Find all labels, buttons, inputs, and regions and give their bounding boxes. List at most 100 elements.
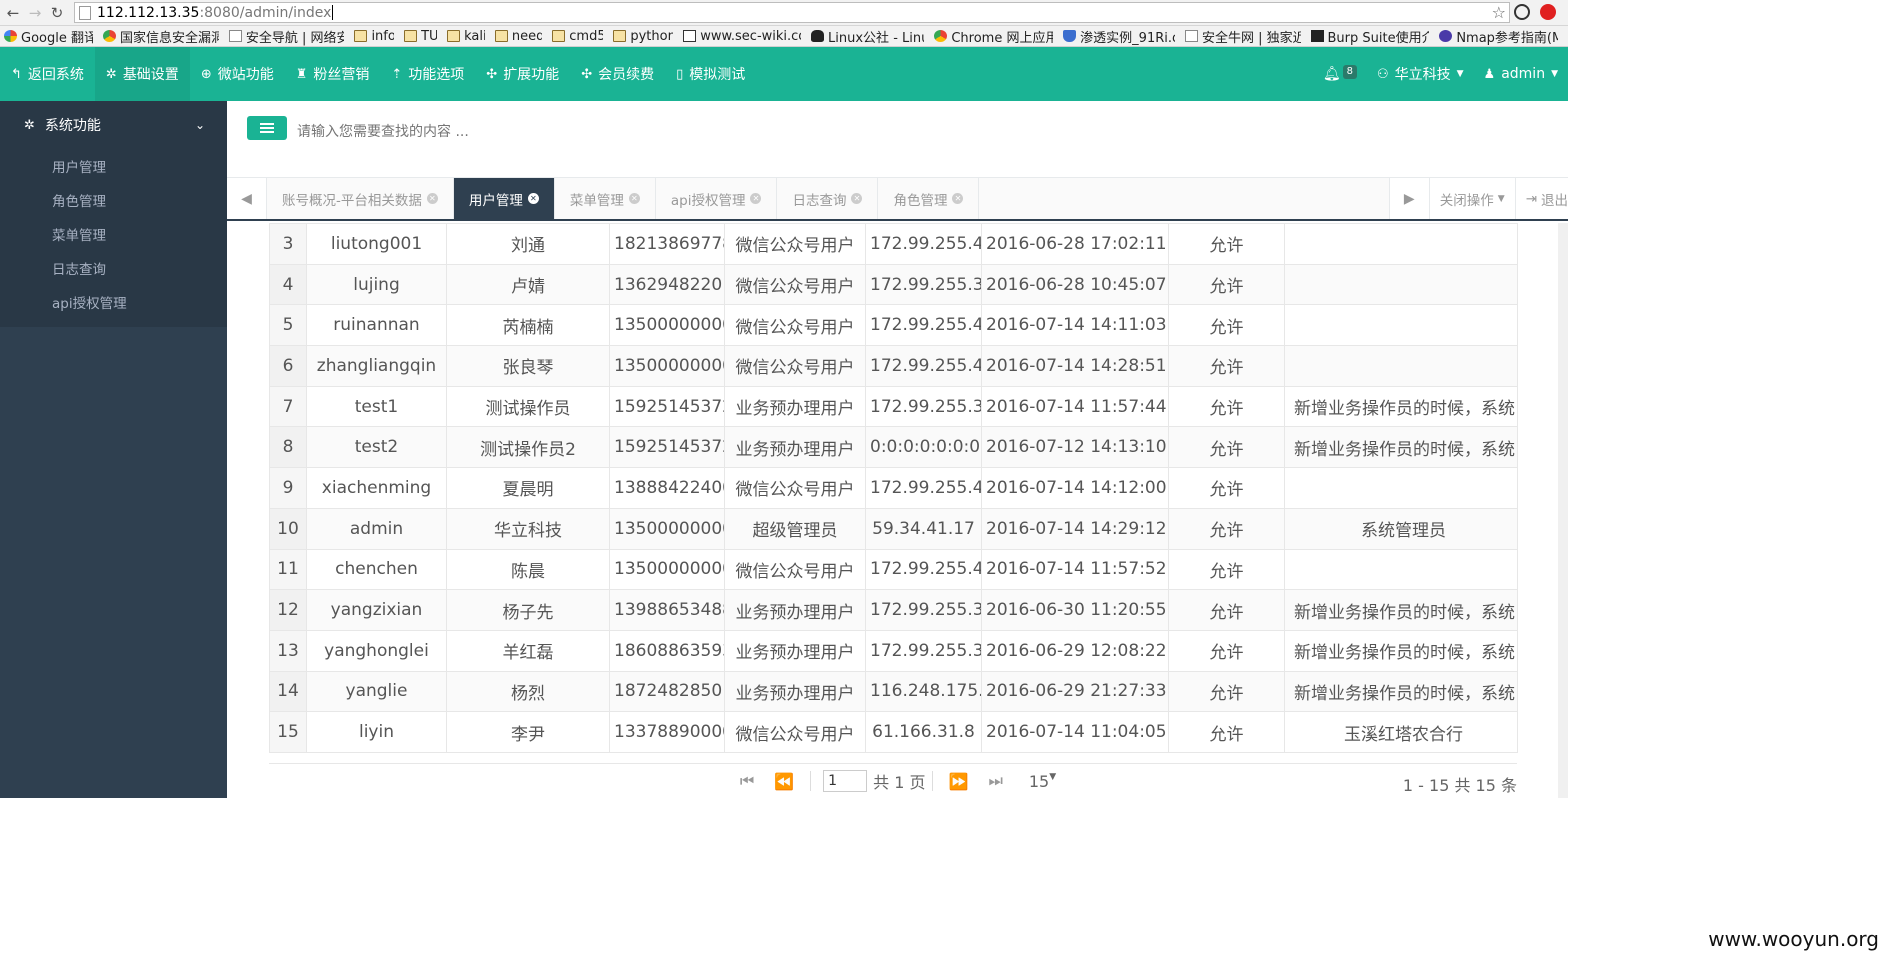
close-icon[interactable]: ✕ (750, 193, 762, 204)
bookmark-item[interactable]: Google 翻译 (4, 27, 93, 46)
bookmark-label: need (511, 28, 543, 44)
table-row[interactable]: 6 zhangliangqin 张良琴 13500000000 微信公众号用户 172.9… (269, 345, 1518, 387)
role-cell: 业务预办理用户 (724, 670, 866, 713)
first-page-icon[interactable]: ⏮ (740, 771, 754, 791)
bookmark-item[interactable]: Nmap参考指南(M (1439, 27, 1558, 46)
bookmark-item[interactable]: TU (404, 29, 437, 44)
logout-button[interactable]: ⇥ 退出 (1514, 178, 1568, 219)
search-input[interactable] (297, 119, 797, 145)
role-cell: 业务预办理用户 (724, 385, 866, 428)
topnav-item[interactable]: ↰ 返回系统 (0, 47, 95, 101)
page-number-input[interactable] (823, 770, 868, 792)
bookmark-item[interactable]: cmd5 (552, 29, 603, 44)
close-icon[interactable]: ✕ (527, 193, 539, 204)
user-menu[interactable]: ♟ admin ▼ (1474, 47, 1568, 101)
table-row[interactable]: 5 ruinannan 芮楠楠 13500000000 微信公众号用户 172.99.25… (269, 304, 1518, 347)
reload-icon[interactable]: ↻ (46, 2, 68, 24)
close-icon[interactable]: ✕ (851, 193, 863, 204)
topnav-item[interactable]: ✲ 基础设置 (94, 47, 190, 101)
bookmark-item[interactable]: 安全牛网 | 独家近 (1184, 27, 1301, 46)
page-tab[interactable]: 日志查询 ✕ (777, 178, 879, 219)
table-row[interactable]: 15 liyin 李尹 13378890000 微信公众号用户 61.166.31.8 20… (269, 711, 1518, 753)
bookmark-item[interactable]: kali (447, 29, 485, 44)
page-tab[interactable]: api授权管理 ✕ (656, 178, 778, 219)
bookmark-item[interactable]: info (354, 29, 394, 44)
page-size-select[interactable]: 15▼ (1029, 772, 1056, 791)
extension-icon[interactable] (1514, 4, 1530, 20)
table-row[interactable]: 14 yanglie 杨烈 18724828501 业务预办理用户 116.248.175… (269, 670, 1518, 713)
back-icon[interactable]: ← (2, 2, 24, 24)
logout-label: 退出 (1541, 192, 1568, 209)
last-page-icon[interactable]: ⏭ (988, 771, 1002, 791)
topnav-item[interactable]: ✣ 会员续费 (570, 47, 665, 101)
bookmark-item[interactable]: need (494, 28, 543, 44)
bookmark-item[interactable]: 国家信息安全漏洞 (103, 27, 219, 46)
topnav-item[interactable]: ▯ 模拟测试 (665, 47, 756, 101)
next-page-icon[interactable]: ⏩ (949, 772, 969, 791)
company-menu[interactable]: ⚇ 华立科技 ▼ (1367, 47, 1474, 101)
close-operations-button[interactable]: 关闭操作 ▼ (1428, 178, 1515, 219)
role-cell: 微信公众号用户 (724, 711, 866, 753)
table-row[interactable]: 9 xiachenming 夏晨明 13888422400 微信公众号用户 172.99.… (269, 467, 1518, 509)
topnav-item[interactable]: ✣ 扩展功能 (475, 47, 570, 101)
page-tab[interactable]: 菜单管理 ✕ (555, 178, 656, 219)
menu-toggle-button[interactable] (247, 116, 287, 140)
table-row[interactable]: 7 test1 测试操作员 15925145372 业务预办理用户 172.99.255.… (269, 385, 1518, 428)
status-cell: 允许 (1168, 589, 1285, 631)
page-tab[interactable]: 账号概况-平台相关数据 ✕ (267, 178, 454, 219)
table-row[interactable]: 11 chenchen 陈晨 13500000000 微信公众号用户 172.99.255… (269, 548, 1518, 591)
sidebar-item[interactable]: 角色管理 (0, 183, 227, 217)
bookmark-item[interactable]: 安全导航 | 网络安 (228, 27, 344, 46)
favicon-icon (811, 30, 825, 42)
record-range-label: 1 - 15 共 15 条 (1402, 776, 1517, 795)
address-bar[interactable]: 112.112.13.35:8080/admin/index (74, 2, 1510, 23)
bell-icon: 🔔︎ (1322, 66, 1341, 82)
last-login-cell: 2016-07-14 11:57:44 (981, 385, 1169, 428)
tabs-bar: ◀ 账号概况-平台相关数据 ✕ 用户管理 ✕ 菜单管理 ✕ api授权管理 ✕ 日志查询 ✕ 角色管… (227, 178, 1568, 221)
bookmark-item[interactable]: Linux公社 - Linu (811, 27, 924, 46)
table-row[interactable]: 3 liutong001 刘通 18213869778 微信公众号用户 172.99.25… (269, 223, 1518, 265)
page-tab[interactable]: 角色管理 ✕ (878, 178, 980, 219)
note-cell: 新增业务操作员的时候，系统自 (1284, 385, 1518, 428)
bookmark-item[interactable]: Burp Suite使用介 (1310, 27, 1429, 46)
prev-page-icon[interactable]: ⏪ (774, 772, 794, 791)
bookmark-item[interactable]: Chrome 网上应用 (934, 27, 1053, 46)
phone-cell: 13888422400 (609, 467, 725, 509)
table-row[interactable]: 13 yanghonglei 羊红磊 18608863593 业务预办理用户 172.99… (269, 629, 1518, 672)
favicon-icon (1310, 30, 1324, 42)
table-row[interactable]: 4lujing卢婧13629482201微信公众号用户172.99.255.33… (269, 263, 1518, 306)
notifications-button[interactable]: 🔔︎ 8 (1313, 47, 1367, 101)
sidebar-item[interactable]: api授权管理 (0, 285, 227, 319)
forward-icon[interactable]: → (24, 2, 46, 24)
extension-red-icon[interactable] (1540, 4, 1556, 20)
realname-cell: 杨烈 (446, 670, 610, 713)
role-cell: 微信公众号用户 (724, 467, 866, 509)
close-icon[interactable]: ✕ (952, 193, 964, 204)
topnav-item[interactable]: ⇡ 功能选项 (380, 47, 475, 101)
sidebar-section-system[interactable]: ✲ 系统功能 ⌄ (0, 101, 227, 149)
topnav-item-label: 功能选项 (408, 67, 465, 83)
bookmark-star-icon[interactable]: ☆ (1492, 3, 1506, 22)
row-index: 4 (269, 263, 307, 306)
realname-cell: 杨子先 (446, 589, 610, 631)
sidebar-item[interactable]: 菜单管理 (0, 217, 227, 251)
page-tab[interactable]: 用户管理 ✕ (453, 178, 555, 219)
table-row[interactable]: 8 test2 测试操作员2 15925145372 业务预办理用户 0:0:0:0:0:… (269, 426, 1518, 469)
tabs-scroll-right-icon[interactable]: ▶ (1388, 178, 1429, 219)
sidebar-item[interactable]: 用户管理 (0, 149, 227, 183)
bookmark-item[interactable]: python (613, 29, 673, 44)
last-login-cell: 2016-06-28 17:02:11 (981, 223, 1169, 265)
topnav-item[interactable]: ⊕ 微站功能 (190, 47, 285, 101)
table-row[interactable]: 10 admin 华立科技 13500000000 超级管理员 59.34.41.17 20… (269, 507, 1518, 550)
sidebar-item[interactable]: 日志查询 (0, 251, 227, 285)
user-icon: ♟ (1483, 66, 1496, 82)
scrollbar[interactable] (1558, 223, 1568, 798)
tabs-scroll-left-icon[interactable]: ◀ (227, 178, 267, 219)
topnav-item-icon: ⇡ (391, 66, 403, 82)
close-icon[interactable]: ✕ (628, 193, 640, 204)
close-icon[interactable]: ✕ (426, 193, 438, 204)
table-row[interactable]: 12 yangzixian 杨子先 13988653488 业务预办理用户 172.99.… (269, 589, 1518, 631)
topnav-item[interactable]: ♜ 粉丝营销 (285, 47, 381, 101)
bookmark-item[interactable]: www.sec-wiki.co (683, 29, 801, 44)
bookmark-item[interactable]: 渗透实例_91Ri.o (1063, 27, 1175, 46)
